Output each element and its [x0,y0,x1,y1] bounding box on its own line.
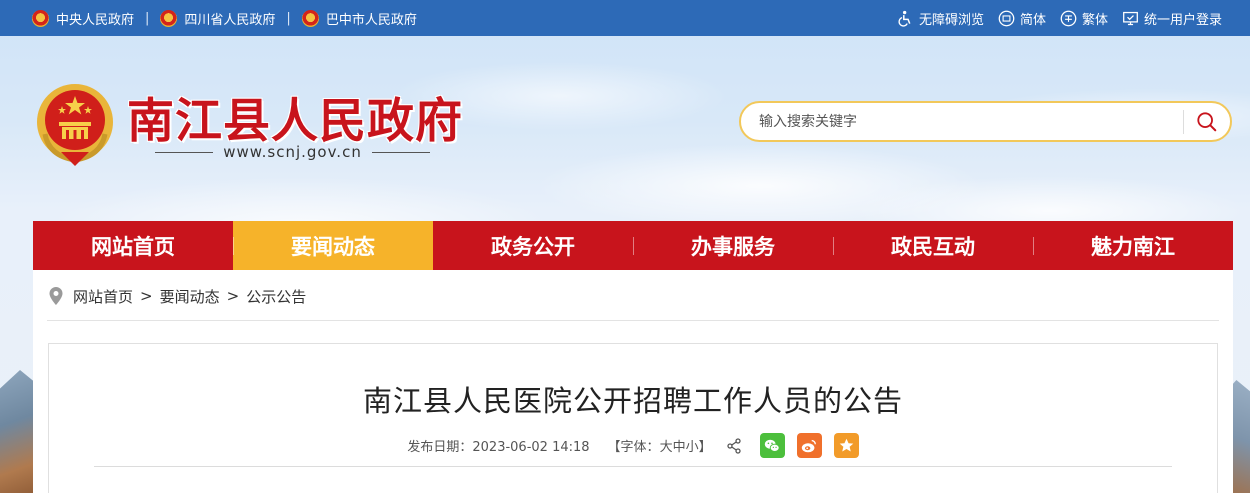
top-bar: 中央人民政府 | 四川省人民政府 | 巴中市人民政府 无障碍浏览 简体 繁体 统… [0,0,1250,36]
publish-date-value: 2023-06-02 14:18 [472,440,590,455]
url-decor-line [155,151,214,153]
article-meta: 发布日期：2023-06-02 14:18 【字体： 大 中 小 】 [49,433,1217,458]
national-emblem-icon [160,9,178,27]
top-tools: 无障碍浏览 简体 繁体 统一用户登录 [883,0,1222,36]
wheelchair-icon [897,10,914,27]
search-button[interactable] [1184,103,1230,140]
search-icon [1197,111,1217,131]
top-links: 中央人民政府 | 四川省人民政府 | 巴中市人民政府 [32,0,417,36]
font-size-close: 】 [698,440,712,455]
breadcrumb-separator: > [140,287,153,305]
nav-item-home[interactable]: 网站首页 [33,221,233,270]
traditional-chinese-link[interactable]: 繁体 [1060,9,1108,28]
meta-divider [94,466,1172,467]
article-panel: 南江县人民医院公开招聘工作人员的公告 发布日期：2023-06-02 14:18… [48,343,1218,493]
url-decor-line [371,151,431,153]
user-login-link[interactable]: 统一用户登录 [1122,9,1222,28]
nav-item-interaction[interactable]: 政民互动 [833,221,1033,270]
font-size-medium[interactable]: 中 [673,436,686,455]
top-link-sichuan-government[interactable]: 四川省人民政府 [160,9,275,28]
top-link-separator: | [286,10,291,26]
site-url-text: www.scnj.gov.cn [223,143,362,161]
simplified-chinese-label: 简体 [1019,12,1046,28]
traditional-chinese-icon [1060,10,1077,27]
nav-item-services[interactable]: 办事服务 [633,221,833,270]
national-emblem-icon [32,9,49,27]
user-login-label: 统一用户登录 [1143,12,1222,28]
location-pin-icon [49,287,63,305]
breadcrumb-separator: > [226,287,240,305]
accessibility-link[interactable]: 无障碍浏览 [897,9,984,28]
top-link-separator: | [145,10,150,26]
top-link-central-government[interactable]: 中央人民政府 [32,9,134,28]
wechat-icon [764,439,780,452]
main-content: 网站首页 > 要闻动态 > 公示公告 南江县人民医院公开招聘工作人员的公告 发布… [33,270,1233,493]
breadcrumb: 网站首页 > 要闻动态 > 公示公告 [49,286,306,306]
site-url: www.scnj.gov.cn [145,142,440,162]
share-icon[interactable] [726,437,742,454]
site-title[interactable]: 南江县人民政府 [127,82,463,151]
article-title: 南江县人民医院公开招聘工作人员的公告 [362,384,903,418]
nav-item-news[interactable]: 要闻动态 [233,221,433,270]
accessibility-label: 无障碍浏览 [918,12,984,28]
publish-date: 发布日期：2023-06-02 14:18 [407,436,589,455]
breadcrumb-divider [47,320,1219,321]
share-wechat-button[interactable] [759,433,785,458]
breadcrumb-news[interactable]: 要闻动态 [160,286,220,307]
nav-item-government-affairs[interactable]: 政务公开 [433,221,633,270]
font-size-label: 【字体： [607,440,660,455]
top-link-label: 巴中市人民政府 [325,12,417,28]
national-emblem-logo[interactable] [35,82,115,166]
font-size-small[interactable]: 小 [686,436,699,455]
monitor-check-icon [1122,10,1139,27]
font-size-large[interactable]: 大 [660,436,673,455]
simplified-chinese-icon [998,10,1015,27]
breadcrumb-home[interactable]: 网站首页 [73,286,133,307]
national-emblem-icon [301,9,319,27]
search-box [739,101,1232,142]
breadcrumb-announcements[interactable]: 公示公告 [246,286,306,307]
font-size-controls: 【字体： 大 中 小 】 [608,436,712,455]
top-link-label: 四川省人民政府 [184,12,276,28]
add-favorite-button[interactable] [833,433,859,458]
traditional-chinese-label: 繁体 [1081,12,1108,28]
main-nav: 网站首页 要闻动态 政务公开 办事服务 政民互动 魅力南江 [33,221,1233,270]
top-link-label: 中央人民政府 [56,12,135,28]
simplified-chinese-link[interactable]: 简体 [998,9,1046,28]
search-input[interactable] [741,103,1183,140]
share-weibo-button[interactable] [796,433,822,458]
nav-item-charm-nanjiang[interactable]: 魅力南江 [1033,221,1233,270]
publish-date-label: 发布日期： [407,440,473,455]
top-link-bazhong-government[interactable]: 巴中市人民政府 [301,9,417,28]
star-icon [839,438,853,452]
weibo-icon [801,439,817,452]
